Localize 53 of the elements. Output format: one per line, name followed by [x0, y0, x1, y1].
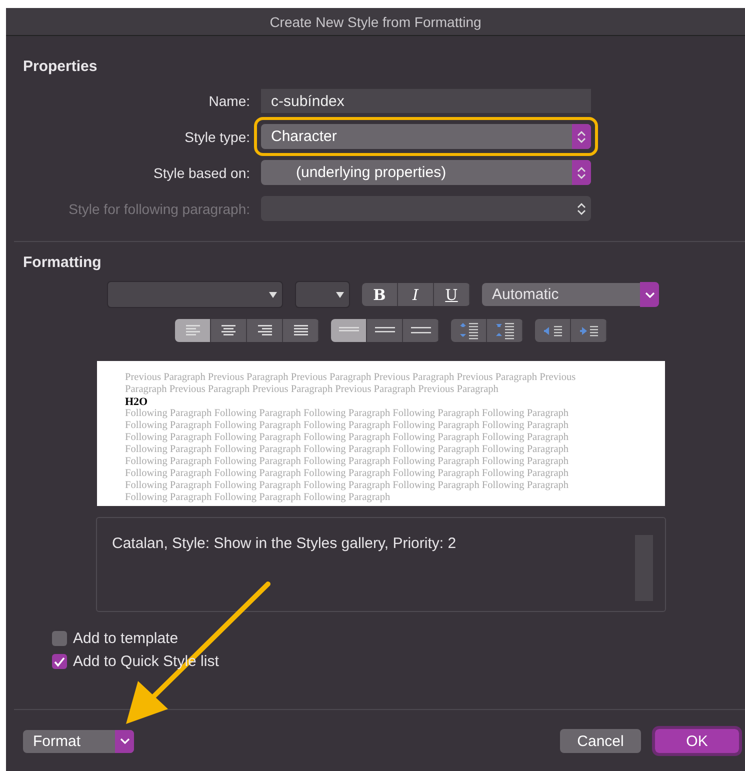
select-field[interactable]: Character — [261, 124, 591, 149]
underline-button[interactable]: U — [434, 283, 470, 306]
align-justify-icon — [292, 325, 308, 336]
window-title: Create New Style from Formatting — [6, 8, 745, 36]
line-spacing-button[interactable] — [331, 319, 367, 342]
checkbox[interactable] — [52, 654, 67, 669]
italic-button[interactable]: I — [398, 283, 434, 306]
align-right-icon — [256, 325, 272, 336]
field-label: Style for following paragraph: — [68, 200, 251, 216]
alignment-button[interactable] — [211, 319, 247, 342]
sample-text: H2O — [125, 396, 149, 408]
format-menu-button[interactable]: Format — [23, 730, 134, 752]
field-label: Style based on: — [152, 164, 251, 180]
checkbox[interactable] — [52, 631, 67, 646]
indent-increase-icon — [578, 324, 598, 336]
select-field[interactable]: (underlying properties) — [261, 160, 591, 185]
line-spacing-icon — [374, 326, 396, 335]
paragraph-spacing-button[interactable] — [487, 319, 523, 342]
dropdown-arrow-icon — [269, 292, 277, 298]
paragraph-spacing-icon — [494, 322, 514, 340]
dropdown-arrow-icon — [336, 292, 344, 298]
ok-button[interactable]: OK — [655, 729, 739, 753]
field-label: Style type: — [184, 128, 251, 144]
stepper-icon — [577, 130, 586, 142]
check-icon — [54, 656, 65, 666]
section-heading: Formatting — [23, 254, 102, 271]
alignment-button[interactable] — [175, 319, 211, 342]
line-spacing-button[interactable] — [403, 319, 439, 342]
following-paragraph: Following Paragraph Following Paragraph Following Paragraph Following Paragraph Following Paragraph Following Paragraph Following Paragraph Following Paragraph Following Paragraph Following Paragraph Following Paragraph Following Paragraph Following Paragraph Following Paragraph Following Paragraph Following Paragraph Following Paragraph Following Paragraph Following Paragraph Following Paragraph Following Paragraph Following Paragraph Following Paragraph Following Paragraph Following Paragraph Following Paragraph Following Paragraph Following Paragraph Following Paragraph Following Paragraph Following Paragraph Following Paragraph Following Paragraph Following Paragraph Following Paragraph Following Paragraph Following Paragraph Following Paragraph — [125, 408, 570, 504]
cancel-button[interactable]: Cancel — [560, 729, 641, 753]
option-label: Add to template — [73, 630, 178, 647]
field-label: Name: — [208, 92, 251, 108]
chevron-down-icon — [644, 292, 654, 298]
alignment-button[interactable] — [247, 319, 283, 342]
align-left-icon — [184, 325, 200, 336]
indent-decrease-icon — [542, 324, 562, 336]
alignment-button[interactable] — [283, 319, 319, 342]
indent-button[interactable] — [571, 319, 607, 342]
paragraph-spacing-button[interactable] — [451, 319, 487, 342]
chevron-down-icon — [120, 738, 130, 744]
name-field[interactable]: c-subíndex — [261, 88, 591, 113]
align-center-icon — [220, 325, 236, 336]
indent-button[interactable] — [535, 319, 571, 342]
stepper-icon — [577, 202, 586, 214]
section-heading: Properties — [23, 58, 98, 75]
previous-paragraph: Previous Paragraph Previous Paragraph Previous Paragraph Previous Paragraph Previous Paragraph Previous Paragraph Previous Paragraph Previous Paragraph Previous Paragraph Previous Paragraph — [125, 372, 577, 396]
line-spacing-icon — [410, 326, 432, 335]
color-select[interactable]: Automatic — [482, 283, 659, 306]
style-description: Catalan, Style: Show in the Styles gallery, Priority: 2 — [112, 535, 456, 554]
stepper-icon — [577, 166, 586, 178]
paragraph-spacing-icon — [458, 322, 478, 340]
bold-button[interactable]: B — [362, 283, 398, 306]
line-spacing-button[interactable] — [367, 319, 403, 342]
